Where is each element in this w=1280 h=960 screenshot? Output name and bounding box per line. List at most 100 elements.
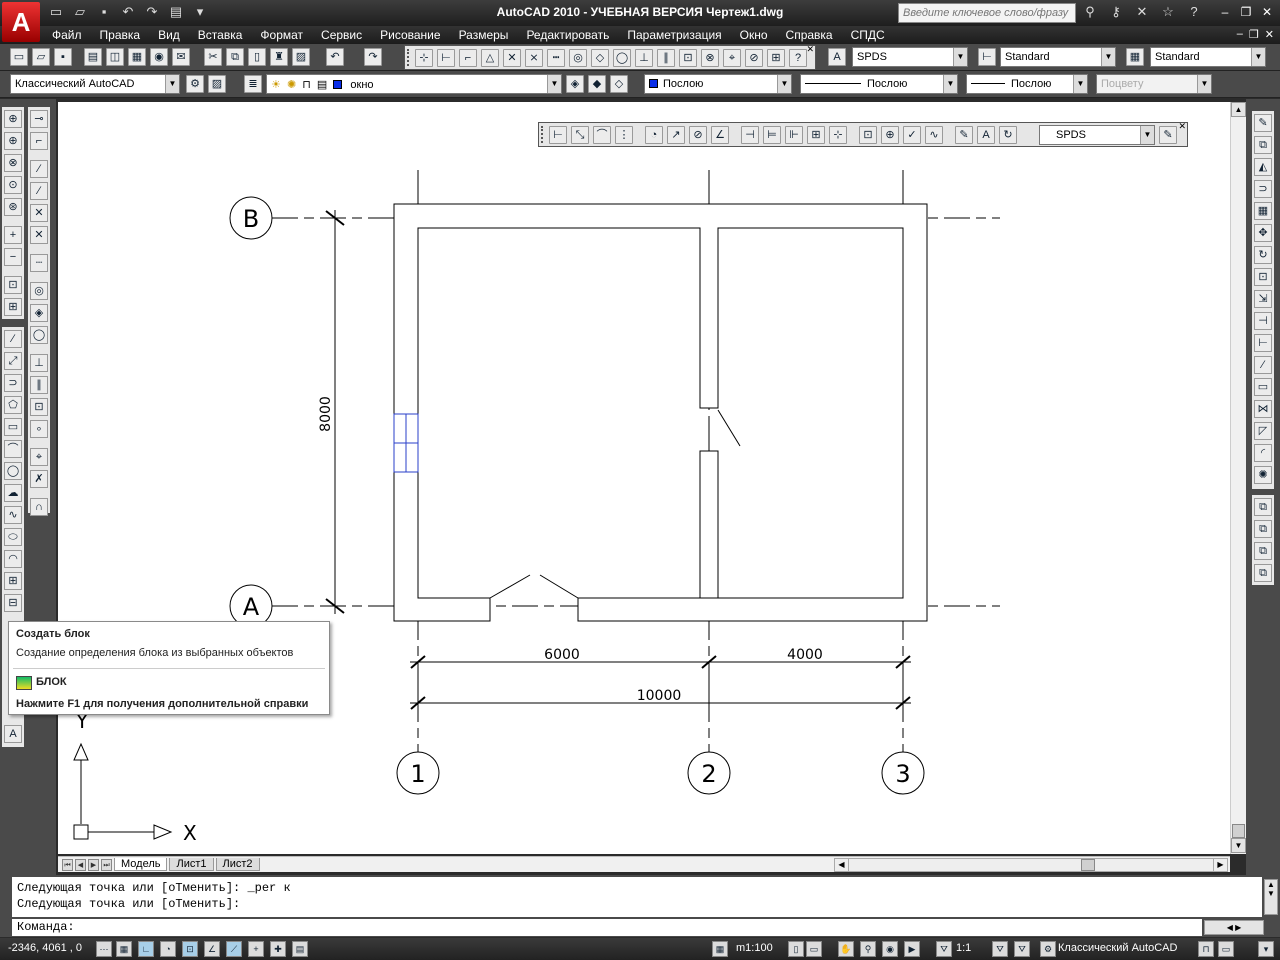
dim-quick-icon[interactable]: ⊣ xyxy=(741,126,759,144)
block-editor-icon[interactable]: ▨ xyxy=(292,48,310,66)
tab-last-icon[interactable]: ⏭ xyxy=(101,858,112,871)
cut-icon[interactable]: ✂ xyxy=(204,48,222,66)
publish-icon[interactable]: ▦ xyxy=(128,48,146,66)
rectangle-icon[interactable]: ▭ xyxy=(4,418,22,436)
osnap-settings-vertical-icon[interactable]: ∩ xyxy=(30,498,48,516)
3d-dwf-icon[interactable]: ◉ xyxy=(150,48,168,66)
endpoint-icon[interactable]: ∕ xyxy=(30,160,48,178)
extend-icon[interactable]: ⊢ xyxy=(1254,334,1272,352)
snap-tangent-icon[interactable]: ◯ xyxy=(613,49,631,67)
color-select[interactable]: Послою ▼ xyxy=(644,74,792,94)
tolerance-icon[interactable]: ⊡ xyxy=(859,126,877,144)
object-snap-tracking-icon[interactable]: ∠ xyxy=(204,941,220,957)
none-snap-icon[interactable]: ✗ xyxy=(30,470,48,488)
minimize-icon[interactable]: – xyxy=(1216,4,1234,20)
application-menu-button[interactable]: A xyxy=(2,2,40,42)
subscription-key-icon[interactable]: ⚷ xyxy=(1106,3,1126,21)
multiline-text-icon[interactable]: A xyxy=(4,725,22,743)
qat-dropdown-icon[interactable]: ▾ xyxy=(190,3,210,21)
apparent-intersection-icon[interactable]: ✕ xyxy=(30,226,48,244)
plot-preview-icon[interactable]: ◫ xyxy=(106,48,124,66)
polyline-icon[interactable]: ⊃ xyxy=(4,374,22,392)
snap-perpendicular-icon[interactable]: ⊥ xyxy=(635,49,653,67)
chamfer-icon[interactable]: ◸ xyxy=(1254,422,1272,440)
scale-icon[interactable]: ⊡ xyxy=(1254,268,1272,286)
doc-close-icon[interactable]: ✕ xyxy=(1265,28,1274,41)
model-space-icon[interactable]: ▦ xyxy=(712,941,728,957)
lineweight-select[interactable]: Послою ▼ xyxy=(966,74,1088,94)
grid-display-icon[interactable]: ▦ xyxy=(116,941,132,957)
join-icon[interactable]: ⋈ xyxy=(1254,400,1272,418)
workspace-settings-icon[interactable]: ⚙ xyxy=(186,75,204,93)
linetype-select[interactable]: Послою ▼ xyxy=(800,74,958,94)
menu-dimension[interactable]: Размеры xyxy=(459,28,509,42)
showmotion-icon[interactable]: ▶ xyxy=(904,941,920,957)
ellipse-icon[interactable]: ⬭ xyxy=(4,528,22,546)
lineweight-toggle-icon[interactable]: ✚ xyxy=(270,941,286,957)
quick-view-layouts-icon[interactable]: ▯ xyxy=(788,941,804,957)
zoom-scale-icon[interactable]: ⊗ xyxy=(4,154,22,172)
snap-insert-icon[interactable]: ⊡ xyxy=(679,49,697,67)
zoom-in-icon[interactable]: + xyxy=(4,226,22,244)
pan-icon[interactable]: ✋ xyxy=(838,941,854,957)
redo-toolbar-icon[interactable]: ↷ xyxy=(364,48,382,66)
dimension-toolbar-grip[interactable] xyxy=(541,126,546,143)
arc-icon[interactable]: ⌒ xyxy=(4,440,22,458)
dim-style-icon[interactable]: ⊢ xyxy=(978,48,996,66)
tab-first-icon[interactable]: ⏮ xyxy=(62,858,73,871)
undo-toolbar-icon[interactable]: ↶ xyxy=(326,48,344,66)
menu-file[interactable]: Файл xyxy=(52,28,82,42)
text-style-icon[interactable]: A xyxy=(828,48,846,66)
fillet-icon[interactable]: ◜ xyxy=(1254,444,1272,462)
dynamic-input-icon[interactable]: + xyxy=(248,941,264,957)
doc-minimize-icon[interactable]: – xyxy=(1237,28,1243,41)
drawing-canvas[interactable]: В А 1 2 3 8000 6000 4000 10000 X Y ⊢ ⤡ ⌒… xyxy=(58,102,1230,854)
center-icon[interactable]: ◎ xyxy=(30,282,48,300)
dim-baseline-icon[interactable]: ⊨ xyxy=(763,126,781,144)
snap-intersection-icon[interactable]: ✕ xyxy=(503,49,521,67)
open-icon[interactable]: ▱ xyxy=(32,48,50,66)
status-menu-icon[interactable]: ▾ xyxy=(1258,941,1274,957)
auto-scale-icon[interactable]: ⛛ xyxy=(1014,941,1030,957)
hscroll-left-icon[interactable]: ◀ xyxy=(835,859,849,871)
explode-icon[interactable]: ✺ xyxy=(1254,466,1272,484)
save-toolbar-icon[interactable]: ▪ xyxy=(54,48,72,66)
menu-window[interactable]: Окно xyxy=(740,28,768,42)
snap-from-icon[interactable]: ⊢ xyxy=(437,49,455,67)
rotate-icon[interactable]: ↻ xyxy=(1254,246,1272,264)
restore-icon[interactable]: ❐ xyxy=(1237,4,1255,20)
text-style-select[interactable]: SPDS ▼ xyxy=(852,47,968,67)
zoom-center-icon[interactable]: ⊙ xyxy=(4,176,22,194)
toolbar-grip[interactable] xyxy=(407,49,412,66)
menu-spds[interactable]: СПДС xyxy=(851,28,885,42)
zoom-object-icon[interactable]: ⊛ xyxy=(4,198,22,216)
zoom-window-icon[interactable]: ⊕ xyxy=(4,110,22,128)
menu-parametric[interactable]: Параметризация xyxy=(627,28,721,42)
perpendicular-icon[interactable]: ⊥ xyxy=(30,354,48,372)
dim-linear-icon[interactable]: ⊢ xyxy=(549,126,567,144)
dim-style-manager-icon[interactable]: ✎ xyxy=(1159,126,1177,144)
circle-icon[interactable]: ◯ xyxy=(4,462,22,480)
menu-format[interactable]: Формат xyxy=(260,28,303,42)
workspace-save-icon[interactable]: ▨ xyxy=(208,75,226,93)
offset-icon[interactable]: ⊃ xyxy=(1254,180,1272,198)
drawing-scale[interactable]: m1:100 xyxy=(736,942,773,954)
midpoint-icon[interactable]: ∕ xyxy=(30,182,48,200)
toolbar-lock-icon[interactable]: ⊓ xyxy=(1198,941,1214,957)
snap-extension-icon[interactable]: ┅ xyxy=(547,49,565,67)
snap-midpoint-icon[interactable]: △ xyxy=(481,49,499,67)
workspace-status[interactable]: Классический AutoCAD xyxy=(1058,942,1177,954)
move-icon[interactable]: ✥ xyxy=(1254,224,1272,242)
snap-center-icon[interactable]: ◎ xyxy=(569,49,587,67)
snap-none-icon[interactable]: ⊘ xyxy=(745,49,763,67)
mirror-icon[interactable]: ◭ xyxy=(1254,158,1272,176)
dim-continue-icon[interactable]: ⊩ xyxy=(785,126,803,144)
layer-previous-icon[interactable]: ◆ xyxy=(588,75,606,93)
tab-next-icon[interactable]: ▶ xyxy=(88,858,99,871)
communication-icon[interactable]: ✕ xyxy=(1132,3,1152,21)
hscroll-right-icon[interactable]: ▶ xyxy=(1213,859,1227,871)
dim-diameter-icon[interactable]: ⊘ xyxy=(689,126,707,144)
inspection-icon[interactable]: ✓ xyxy=(903,126,921,144)
snap-node-icon[interactable]: ⊗ xyxy=(701,49,719,67)
bring-above-icon[interactable]: ⧉ xyxy=(1254,542,1272,560)
